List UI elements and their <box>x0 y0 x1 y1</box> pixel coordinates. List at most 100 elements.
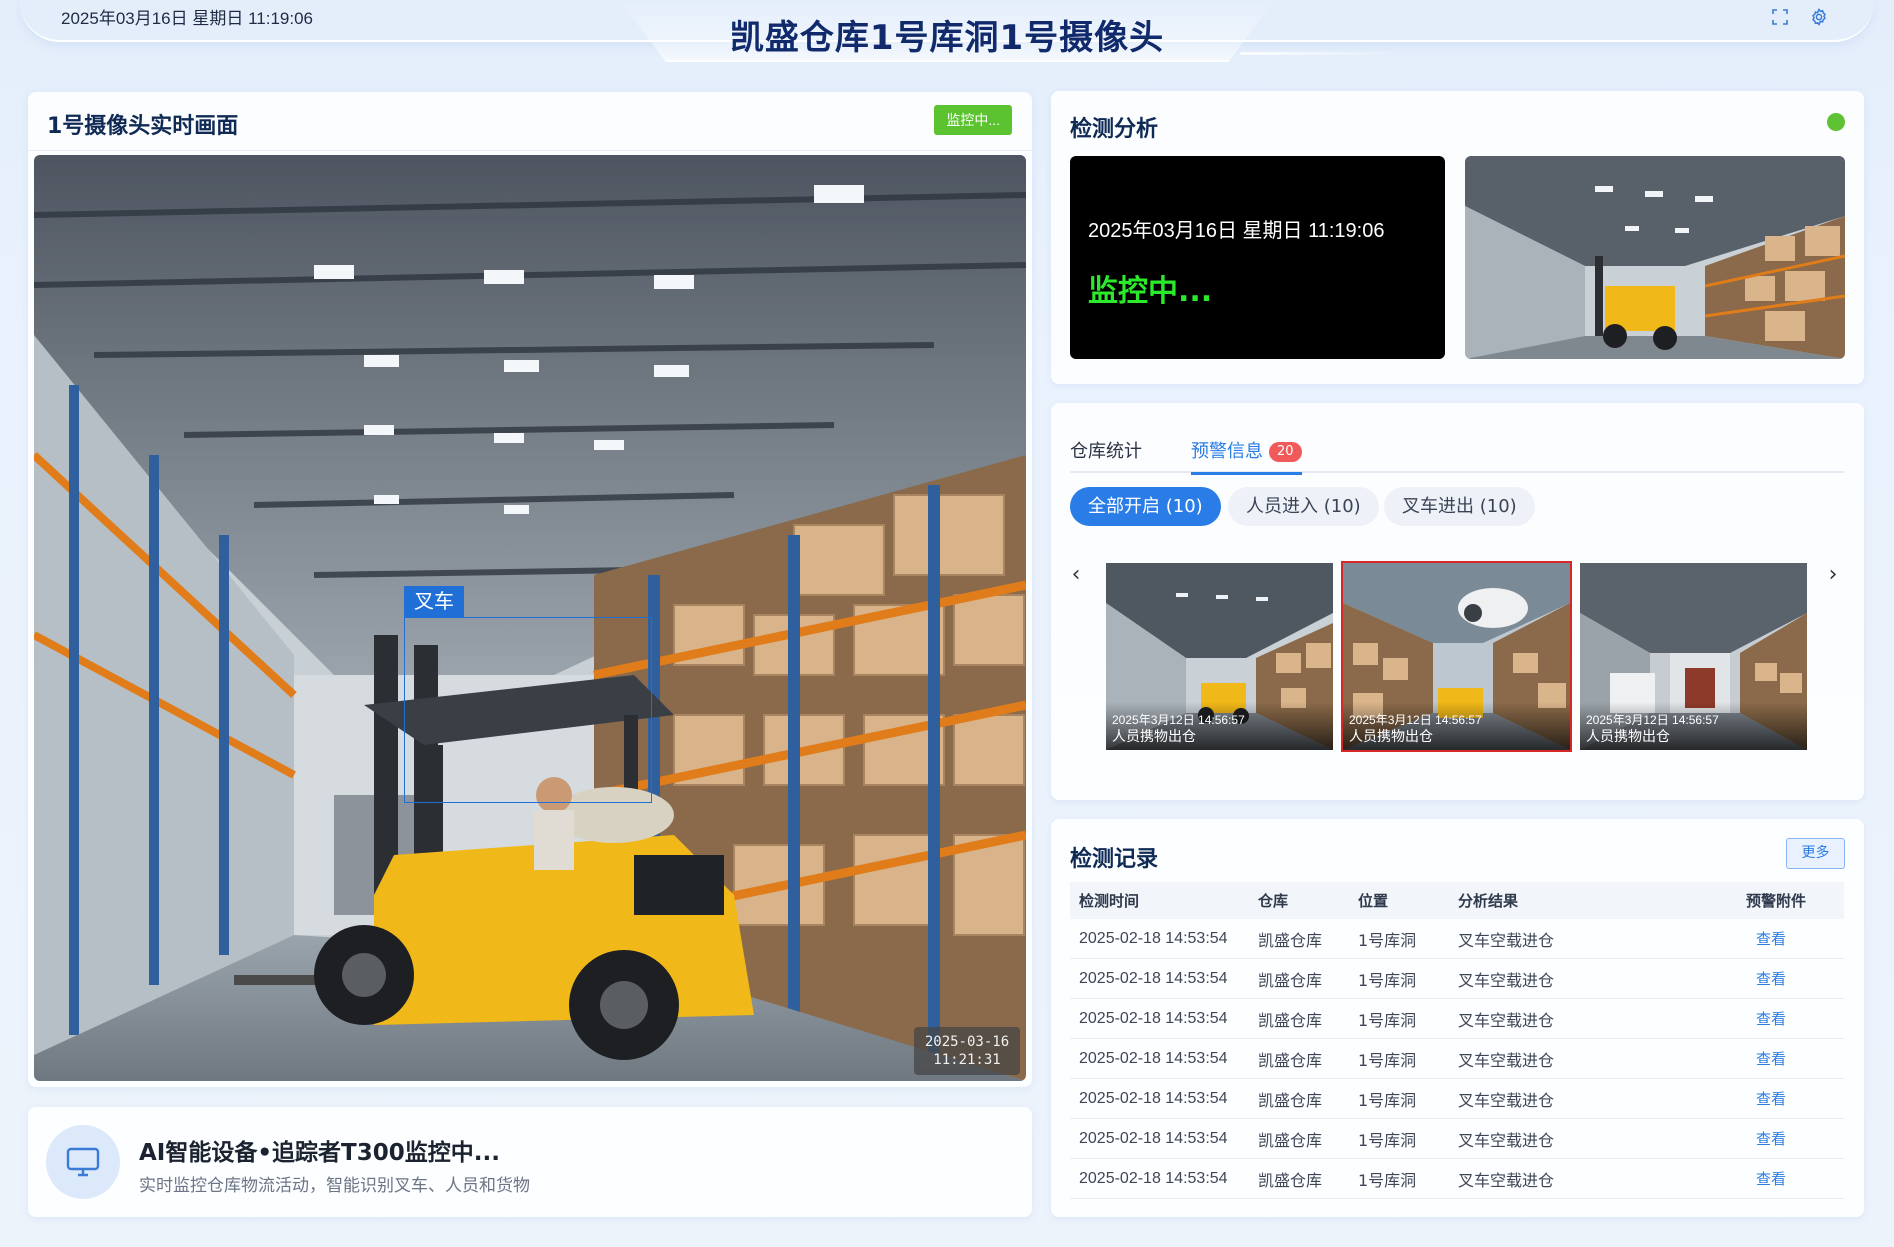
tab-label: 预警信息 <box>1191 441 1263 462</box>
analysis-screen-datetime: 2025年03月16日 星期日 11:19:06 <box>1088 220 1385 242</box>
alert-snapshot-caption: 2025年3月12日 14:56:57 人员携物出仓 <box>1106 702 1333 750</box>
header-bar: 2025年03月16日 星期日 11:19:06 凯盛仓库1号库洞1号摄像头 <box>0 0 1894 78</box>
cell-warehouse: 凯盛仓库 <box>1258 1050 1323 1070</box>
analysis-screen-status: 监控中... <box>1088 274 1213 309</box>
fullscreen-icon[interactable] <box>1771 8 1789 26</box>
settings-icon[interactable] <box>1810 8 1828 26</box>
table-row: 2025-02-18 14:53:54 凯盛仓库 1号库洞 叉车空载进仓 查看 <box>1070 1159 1844 1199</box>
table-row: 2025-02-18 14:53:54 凯盛仓库 1号库洞 叉车空载进仓 查看 <box>1070 1039 1844 1079</box>
cell-location: 1号库洞 <box>1358 1010 1417 1030</box>
column-header: 分析结果 <box>1458 892 1519 910</box>
alert-panel: 仓库统计 预警信息 20 全部开启 (10) 人员进入 (10) 叉车进出 (10… <box>1051 403 1864 800</box>
cell-location: 1号库洞 <box>1358 930 1417 950</box>
cell-result: 叉车空载进仓 <box>1458 1170 1555 1190</box>
cell-time: 2025-02-18 14:53:54 <box>1079 1089 1228 1107</box>
alert-snapshot-caption: 2025年3月12日 14:56:57 人员携物出仓 <box>1343 702 1570 750</box>
cell-time: 2025-02-18 14:53:54 <box>1079 1129 1228 1147</box>
view-attachment-link[interactable]: 查看 <box>1746 1168 1844 1189</box>
online-status-indicator <box>1827 113 1845 131</box>
cell-result: 叉车空载进仓 <box>1458 1050 1555 1070</box>
table-row: 2025-02-18 14:53:54 凯盛仓库 1号库洞 叉车空载进仓 查看 <box>1070 1119 1844 1159</box>
divider <box>28 150 1032 151</box>
cell-warehouse: 凯盛仓库 <box>1258 1090 1323 1110</box>
records-table: 检测时间 仓库 位置 分析结果 预警附件 2025-02-18 14:53:54… <box>1070 882 1844 1199</box>
alert-count-badge: 20 <box>1269 442 1302 462</box>
carousel-prev-arrow[interactable]: ‹ <box>1064 563 1088 587</box>
cell-location: 1号库洞 <box>1358 1090 1417 1110</box>
alert-snapshot-desc: 人员携物出仓 <box>1586 729 1670 745</box>
cell-warehouse: 凯盛仓库 <box>1258 1010 1323 1030</box>
view-attachment-link[interactable]: 查看 <box>1746 1128 1844 1149</box>
cell-location: 1号库洞 <box>1358 970 1417 990</box>
filter-person-entry[interactable]: 人员进入 (10) <box>1228 487 1379 526</box>
cell-result: 叉车空载进仓 <box>1458 1130 1555 1150</box>
cell-time: 2025-02-18 14:53:54 <box>1079 969 1228 987</box>
alert-snapshot-desc: 人员携物出仓 <box>1349 729 1433 745</box>
column-header: 预警附件 <box>1746 892 1807 910</box>
live-view-panel: 1号摄像头实时画面 监控中... 叉车 2025-03-16 11:21:31 <box>28 92 1032 1087</box>
device-info-panel: AI智能设备•追踪者T300监控中... 实时监控仓库物流活动，智能识别叉车、人… <box>28 1107 1032 1217</box>
records-table-header: 检测时间 仓库 位置 分析结果 预警附件 <box>1070 882 1844 919</box>
filter-all[interactable]: 全部开启 (10) <box>1070 487 1221 526</box>
video-timestamp-time: 11:21:31 <box>933 1052 1001 1068</box>
monitoring-status-badge: 监控中... <box>934 105 1012 135</box>
cell-location: 1号库洞 <box>1358 1050 1417 1070</box>
detection-analysis-title: 检测分析 <box>1070 117 1159 142</box>
monitor-icon <box>46 1125 120 1199</box>
table-row: 2025-02-18 14:53:54 凯盛仓库 1号库洞 叉车空载进仓 查看 <box>1070 919 1844 959</box>
view-attachment-link[interactable]: 查看 <box>1746 1088 1844 1109</box>
warehouse-snapshot <box>1465 156 1845 359</box>
alert-snapshot-card-selected[interactable]: 2025年3月12日 14:56:57 人员携物出仓 <box>1341 561 1572 752</box>
cell-warehouse: 凯盛仓库 <box>1258 930 1323 950</box>
video-timestamp-date: 2025-03-16 <box>924 1034 1010 1050</box>
column-header: 仓库 <box>1258 892 1289 910</box>
device-info-subtitle: 实时监控仓库物流活动，智能识别叉车、人员和货物 <box>139 1176 530 1196</box>
alert-snapshot-time: 2025年3月12日 14:56:57 <box>1112 713 1245 727</box>
camera-live-feed[interactable]: 叉车 2025-03-16 11:21:31 <box>34 155 1026 1081</box>
cell-warehouse: 凯盛仓库 <box>1258 1170 1323 1190</box>
alert-snapshot-caption: 2025年3月12日 14:56:57 人员携物出仓 <box>1580 702 1807 750</box>
cell-warehouse: 凯盛仓库 <box>1258 1130 1323 1150</box>
tab-alert-info[interactable]: 预警信息 20 <box>1191 437 1302 475</box>
cell-result: 叉车空载进仓 <box>1458 970 1555 990</box>
alert-snapshot-time: 2025年3月12日 14:56:57 <box>1586 713 1719 727</box>
analysis-status-screen: 2025年03月16日 星期日 11:19:06 监控中... <box>1070 156 1445 359</box>
filter-forklift-in-out[interactable]: 叉车进出 (10) <box>1384 487 1535 526</box>
alert-tabs: 仓库统计 预警信息 20 <box>1070 429 1844 475</box>
table-row: 2025-02-18 14:53:54 凯盛仓库 1号库洞 叉车空载进仓 查看 <box>1070 959 1844 999</box>
table-row: 2025-02-18 14:53:54 凯盛仓库 1号库洞 叉车空载进仓 查看 <box>1070 1079 1844 1119</box>
cell-location: 1号库洞 <box>1358 1130 1417 1150</box>
column-header: 位置 <box>1358 892 1389 910</box>
detection-bounding-box <box>404 617 652 803</box>
device-info-title: AI智能设备•追踪者T300监控中... <box>139 1140 500 1166</box>
detection-records-panel: 检测记录 更多 检测时间 仓库 位置 分析结果 预警附件 2025-02-18 … <box>1051 819 1864 1217</box>
cell-location: 1号库洞 <box>1358 1170 1417 1190</box>
cell-warehouse: 凯盛仓库 <box>1258 970 1323 990</box>
analysis-snapshot-image[interactable] <box>1465 156 1845 359</box>
view-attachment-link[interactable]: 查看 <box>1746 968 1844 989</box>
view-attachment-link[interactable]: 查看 <box>1746 1008 1844 1029</box>
tab-label: 仓库统计 <box>1070 441 1142 462</box>
cell-time: 2025-02-18 14:53:54 <box>1079 1049 1228 1067</box>
live-view-title: 1号摄像头实时画面 <box>47 114 239 139</box>
view-attachment-link[interactable]: 查看 <box>1746 928 1844 949</box>
cell-time: 2025-02-18 14:53:54 <box>1079 929 1228 947</box>
view-attachment-link[interactable]: 查看 <box>1746 1048 1844 1069</box>
alert-snapshot-card[interactable]: 2025年3月12日 14:56:57 人员携物出仓 <box>1106 563 1333 750</box>
column-header: 检测时间 <box>1079 892 1140 910</box>
cell-result: 叉车空载进仓 <box>1458 930 1555 950</box>
alert-snapshot-desc: 人员携物出仓 <box>1112 729 1196 745</box>
page-title: 凯盛仓库1号库洞1号摄像头 <box>729 18 1165 58</box>
cell-result: 叉车空载进仓 <box>1458 1010 1555 1030</box>
cell-result: 叉车空载进仓 <box>1458 1090 1555 1110</box>
detection-records-title: 检测记录 <box>1070 847 1159 872</box>
more-button[interactable]: 更多 <box>1786 838 1845 869</box>
table-row: 2025-02-18 14:53:54 凯盛仓库 1号库洞 叉车空载进仓 查看 <box>1070 999 1844 1039</box>
detection-label: 叉车 <box>404 586 464 617</box>
video-timestamp: 2025-03-16 11:21:31 <box>914 1027 1020 1075</box>
tab-warehouse-stats[interactable]: 仓库统计 <box>1070 437 1142 475</box>
carousel-next-arrow[interactable]: › <box>1821 563 1845 587</box>
detection-analysis-panel: 检测分析 2025年03月16日 星期日 11:19:06 监控中... <box>1051 91 1864 384</box>
alert-snapshot-card[interactable]: 2025年3月12日 14:56:57 人员携物出仓 <box>1580 563 1807 750</box>
alert-snapshot-time: 2025年3月12日 14:56:57 <box>1349 713 1482 727</box>
